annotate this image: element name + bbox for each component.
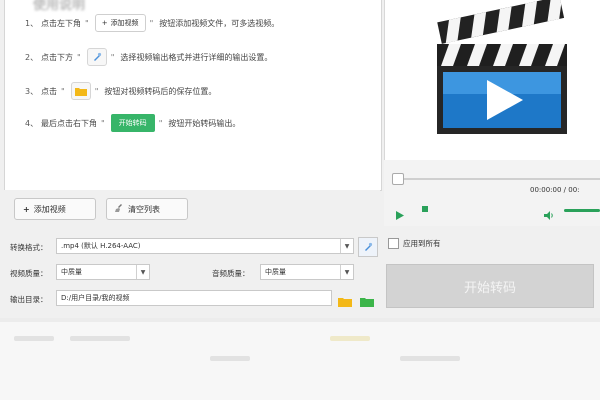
blurred-line: [330, 336, 370, 341]
settings-icon: [365, 242, 373, 251]
chevron-down-icon: ▼: [340, 239, 353, 253]
inline-add-video-label: 添加视频: [110, 19, 139, 27]
instruction-step-3: 3、 点击 " " 按钮对视频转码后的保存位置。: [25, 82, 216, 100]
apply-all-checkbox[interactable]: [388, 238, 399, 249]
blurred-line: [70, 336, 130, 341]
blurred-line: [14, 336, 54, 341]
blurred-line: [210, 356, 250, 361]
inline-start-button: 开始转码: [110, 114, 155, 132]
open-folder-icon[interactable]: [360, 292, 374, 311]
play-icon[interactable]: [396, 205, 404, 224]
list-actions: + 添加视频 清空列表: [4, 190, 380, 226]
step-text-before: 点击左下角: [41, 18, 81, 28]
blurred-line: [400, 356, 460, 361]
format-settings-button[interactable]: [358, 237, 378, 257]
step-text-after: 选择视频输出格式并进行详细的输出设置。: [120, 52, 273, 62]
instruction-step-4: 4、 最后点击右下角 " 开始转码 " 按钮开始转码输出。: [25, 114, 240, 132]
plus-icon: +: [23, 204, 30, 214]
video-quality-value: 中质量: [61, 268, 82, 276]
stop-icon[interactable]: [422, 206, 428, 212]
audio-quality-value: 中质量: [265, 268, 286, 276]
step-number: 2、: [25, 52, 39, 62]
chevron-down-icon: ▼: [340, 265, 353, 279]
time-readout: 00:00:00 / 00:: [530, 186, 580, 194]
player-controls: 00:00:00 / 00:: [384, 160, 600, 226]
video-clapper-icon: [437, 0, 567, 134]
plus-icon: +: [101, 19, 108, 27]
add-video-label: 添加视频: [33, 204, 66, 214]
step-number: 4、: [25, 118, 39, 128]
clear-list-label: 清空列表: [128, 204, 160, 214]
video-quality-select[interactable]: 中质量 ▼: [56, 264, 150, 280]
format-label: 转换格式：: [10, 243, 48, 252]
file-list-panel: 使用说明 1、 点击左下角 " + 添加视频 " 按钮添加视频文件，可多选视频。…: [4, 0, 382, 191]
step-text-before: 最后点击右下角: [41, 118, 97, 128]
settings-icon: [86, 48, 107, 66]
output-dir-label: 输出目录：: [10, 295, 48, 304]
step-text-after: 按钮对视频转码后的保存位置。: [104, 86, 217, 96]
start-convert-button[interactable]: 开始转码: [386, 264, 594, 308]
audio-quality-select[interactable]: 中质量 ▼: [260, 264, 354, 280]
output-dir-value: D:/用户目录/我的视频: [61, 294, 130, 302]
step-text-before: 点击: [41, 86, 57, 96]
folder-icon[interactable]: [338, 292, 352, 311]
instruction-step-1: 1、 点击左下角 " + 添加视频 " 按钮添加视频文件，可多选视频。: [25, 14, 279, 32]
seek-handle[interactable]: [392, 173, 404, 185]
volume-slider[interactable]: [564, 209, 600, 212]
format-select[interactable]: .mp4 (默认 H.264-AAC) ▼: [56, 238, 354, 254]
broom-icon: [115, 203, 124, 215]
step-text-after: 按钮开始转码输出。: [168, 118, 241, 128]
apply-all-option[interactable]: 应用到所有: [388, 238, 441, 249]
instruction-step-2: 2、 点击下方 " " 选择视频输出格式并进行详细的输出设置。: [25, 48, 272, 66]
chevron-down-icon: ▼: [136, 265, 149, 279]
step-text-before: 点击下方: [41, 52, 73, 62]
clear-list-button[interactable]: 清空列表: [106, 198, 188, 220]
instructions-heading: 使用说明: [33, 0, 86, 13]
folder-icon: [70, 82, 91, 100]
app-window: 使用说明 1、 点击左下角 " + 添加视频 " 按钮添加视频文件，可多选视频。…: [0, 0, 600, 318]
preview-panel: [384, 0, 600, 160]
video-quality-label: 视频质量：: [10, 269, 48, 278]
seek-track[interactable]: [394, 178, 600, 180]
step-text-after: 按钮添加视频文件，可多选视频。: [159, 18, 280, 28]
step-number: 1、: [25, 18, 39, 28]
step-number: 3、: [25, 86, 39, 96]
volume-icon[interactable]: [544, 205, 554, 224]
output-settings: 转换格式： .mp4 (默认 H.264-AAC) ▼ 视频质量： 中质量 ▼ …: [0, 232, 384, 318]
format-value: .mp4 (默认 H.264-AAC): [61, 242, 141, 250]
audio-quality-label: 音频质量：: [212, 269, 250, 278]
add-video-button[interactable]: + 添加视频: [14, 198, 96, 220]
apply-all-label: 应用到所有: [403, 239, 441, 248]
inline-add-video-button: + 添加视频: [94, 14, 146, 32]
output-dir-input[interactable]: D:/用户目录/我的视频: [56, 290, 332, 306]
faded-background-region: [0, 322, 600, 400]
